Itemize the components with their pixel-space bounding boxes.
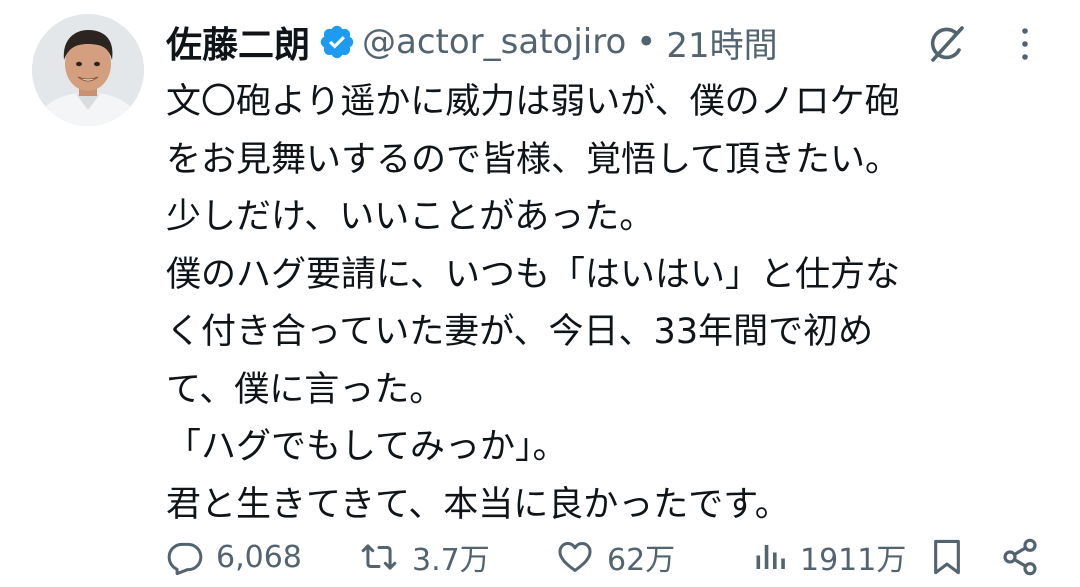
avatar[interactable] <box>32 14 144 126</box>
separator-dot: • <box>636 22 657 62</box>
reply-count: 6,068 <box>216 539 302 575</box>
like-button[interactable]: 62万 <box>555 528 675 586</box>
bookmark-button[interactable] <box>930 528 964 586</box>
like-count: 62万 <box>607 543 676 578</box>
tweet-text-line: 僕のハグ要請に、いつも「はいはい」と仕方な <box>166 254 900 295</box>
post-time[interactable]: 21時間 <box>666 18 777 67</box>
views-icon <box>752 538 788 576</box>
reply-icon <box>166 538 204 576</box>
share-button[interactable] <box>1000 528 1040 586</box>
tweet-text-line: て、僕に言った。 <box>166 369 445 410</box>
author-handle[interactable]: @actor_satojiro <box>362 22 626 62</box>
tweet-header: 佐藤二朗 @actor_satojiro • 21時間 <box>166 16 778 68</box>
repost-button[interactable]: 3.7万 <box>358 528 490 586</box>
grok-icon[interactable] <box>922 20 970 68</box>
heart-icon <box>555 538 595 576</box>
tweet-text-line: 「ハグでもしてみっか」。 <box>166 427 568 467</box>
repost-count: 3.7万 <box>412 543 490 578</box>
tweet-text-line: 君と生きてきて、本当に良かったです。 <box>166 484 790 525</box>
views-button[interactable]: 1911万 <box>752 528 906 586</box>
avatar-photo <box>32 14 144 126</box>
repost-icon <box>358 538 400 576</box>
tweet-text-line: 少しだけ、いいことがあった。 <box>166 197 655 237</box>
tweet-text-line: く付き合っていた妻が、今日、33年間で初め <box>166 312 874 352</box>
tweet-text-line: をお見舞いするので皆様、覚悟して頂きたい。 <box>166 139 900 180</box>
tweet-text: 文〇砲より遥かに威力は弱いが、僕のノロケ砲 をお見舞いするので皆様、覚悟して頂き… <box>166 74 1046 534</box>
more-options-icon[interactable] <box>1008 22 1042 66</box>
share-icon <box>1000 537 1040 577</box>
view-count: 1911万 <box>800 543 907 578</box>
bookmark-icon <box>930 537 964 577</box>
tweet[interactable]: 佐藤二朗 @actor_satojiro • 21時間 文〇砲より遥かに威力は弱… <box>0 0 1080 587</box>
author-name[interactable]: 佐藤二朗 <box>166 16 310 68</box>
tweet-text-line: 文〇砲より遥かに威力は弱いが、僕のノロケ砲 <box>166 82 900 122</box>
verified-badge-icon <box>318 23 356 61</box>
reply-button[interactable]: 6,068 <box>166 528 302 586</box>
action-bar: 6,068 3.7万 62万 1911万 <box>0 528 1080 586</box>
